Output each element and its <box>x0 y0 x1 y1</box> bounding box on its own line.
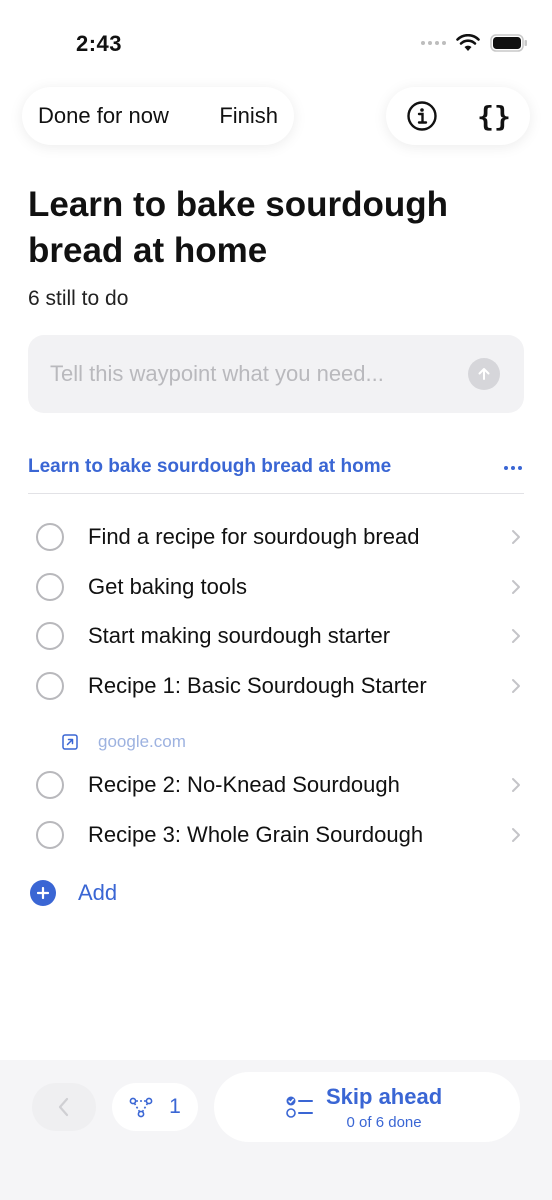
chevron-left-icon <box>58 1097 69 1117</box>
add-label: Add <box>78 880 118 905</box>
status-icons <box>421 34 528 52</box>
braces-glyph: {} <box>477 99 511 133</box>
task-row[interactable]: Get baking tools <box>28 562 524 612</box>
cellular-signal-icon <box>421 41 446 45</box>
add-task-button[interactable]: Add <box>30 880 117 906</box>
checkbox-circle[interactable] <box>36 672 64 700</box>
more-options-icon[interactable] <box>504 456 524 470</box>
plus-icon <box>30 880 56 906</box>
ask-box <box>28 335 524 413</box>
chevron-right-icon <box>512 530 520 544</box>
wifi-icon <box>456 34 480 52</box>
status-time: 2:43 <box>76 31 123 56</box>
task-label: Start making sourdough starter <box>88 623 391 648</box>
task-label: Recipe 3: Whole Grain Sourdough <box>88 822 424 847</box>
chevron-right-icon <box>512 828 520 842</box>
checkbox-circle[interactable] <box>36 821 64 849</box>
checkbox-circle[interactable] <box>36 523 64 551</box>
task-link[interactable]: google.com <box>62 732 186 752</box>
external-link-icon <box>62 734 78 750</box>
chevron-right-icon <box>512 778 520 792</box>
done-for-now-button[interactable]: Done for now <box>38 103 169 129</box>
task-label: Get baking tools <box>88 574 247 599</box>
skip-ahead-button[interactable]: Skip ahead 0 of 6 done <box>214 1072 520 1142</box>
section-header: Learn to bake sourdough bread at home <box>28 456 524 494</box>
task-row[interactable]: Recipe 1: Basic Sourdough Starter <box>28 661 524 711</box>
section-title[interactable]: Learn to bake sourdough bread at home <box>28 456 391 478</box>
skip-title: Skip ahead <box>326 1083 443 1109</box>
braces-icon[interactable]: {} <box>476 98 512 134</box>
task-label: Find a recipe for sourdough bread <box>88 524 420 549</box>
task-row[interactable]: Start making sourdough starter <box>28 611 524 661</box>
checklist-icon <box>286 1096 313 1118</box>
remaining-count: 6 still to do <box>28 287 129 310</box>
progress-text: 0 of 6 done <box>346 1113 422 1131</box>
battery-icon <box>490 34 528 52</box>
branch-icon <box>129 1097 153 1118</box>
branch-count: 1 <box>169 1095 181 1118</box>
bottom-toolbar: 1 Skip ahead 0 of 6 done <box>0 1060 552 1200</box>
task-row[interactable]: Recipe 2: No-Knead Sourdough <box>28 760 524 810</box>
checkbox-circle[interactable] <box>36 622 64 650</box>
task-row[interactable]: Find a recipe for sourdough bread <box>28 512 524 562</box>
info-icon[interactable] <box>404 98 440 134</box>
page-title: Learn to bake sourdough bread at home <box>28 185 449 270</box>
checkbox-circle[interactable] <box>36 573 64 601</box>
checkbox-circle[interactable] <box>36 771 64 799</box>
top-actions-right: {} <box>386 87 530 145</box>
chevron-right-icon <box>512 679 520 693</box>
back-button[interactable] <box>32 1083 96 1131</box>
finish-button[interactable]: Finish <box>219 103 278 129</box>
ask-input[interactable] <box>50 361 468 387</box>
task-row[interactable]: Recipe 3: Whole Grain Sourdough <box>28 810 524 860</box>
link-text[interactable]: google.com <box>98 732 186 752</box>
chevron-right-icon <box>512 580 520 594</box>
top-actions-left: Done for now Finish <box>22 87 294 145</box>
chevron-right-icon <box>512 629 520 643</box>
task-label: Recipe 2: No-Knead Sourdough <box>88 772 400 797</box>
skip-text: Skip ahead 0 of 6 done <box>326 1084 442 1131</box>
task-label: Recipe 1: Basic Sourdough Starter <box>88 673 427 698</box>
send-arrow-icon[interactable] <box>468 358 500 390</box>
status-bar: 2:43 <box>0 0 552 80</box>
branch-button[interactable]: 1 <box>112 1083 198 1131</box>
